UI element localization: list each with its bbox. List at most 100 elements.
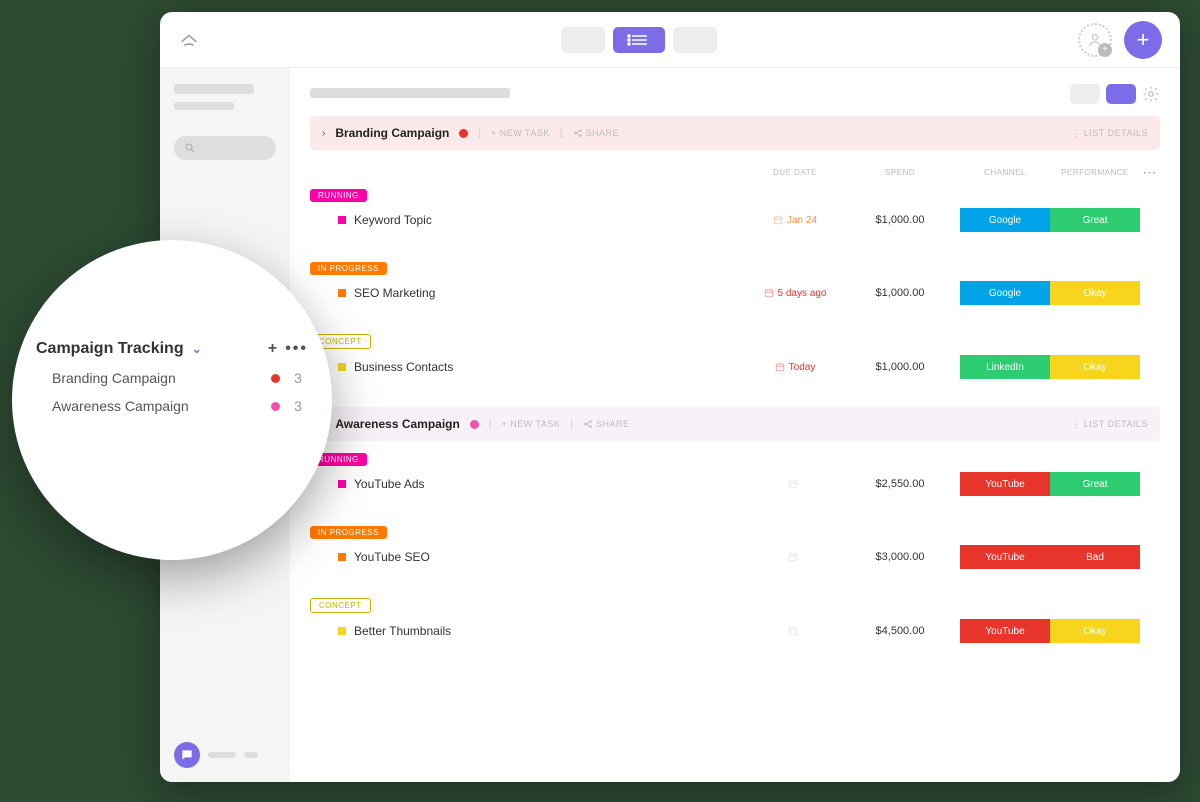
spend-cell[interactable]: $1,000.00 xyxy=(840,361,960,373)
list-details-link[interactable]: ⋮ LIST DETAILS xyxy=(1071,419,1148,430)
create-button[interactable]: + xyxy=(1124,21,1162,59)
task-row[interactable]: YouTube Ads $2,550.00 YouTube Great xyxy=(310,466,1160,510)
task-row[interactable]: SEO Marketing 5 days ago $1,000.00 Googl… xyxy=(310,275,1160,319)
spend-cell[interactable]: $1,000.00 xyxy=(840,214,960,226)
chat-button[interactable] xyxy=(174,742,200,768)
view-pill-b[interactable] xyxy=(1106,84,1136,104)
spend-cell[interactable]: $2,550.00 xyxy=(840,478,960,490)
campaign-title: Branding Campaign xyxy=(335,126,449,140)
channel-chip[interactable]: YouTube xyxy=(960,619,1050,643)
task-row[interactable]: Keyword Topic Jan 24 $1,000.00 Google Gr… xyxy=(310,202,1160,246)
list-details-link[interactable]: ⋮ LIST DETAILS xyxy=(1071,128,1148,139)
search-input[interactable] xyxy=(174,136,276,160)
channel-chip[interactable]: YouTube xyxy=(960,545,1050,569)
more-columns-icon[interactable]: ⋯ xyxy=(1140,164,1160,181)
task-status-square[interactable] xyxy=(338,480,346,488)
view-toggle xyxy=(1070,84,1160,104)
campaign-title: Awareness Campaign xyxy=(335,417,460,431)
app-logo-icon[interactable] xyxy=(178,29,200,51)
due-date-cell[interactable] xyxy=(750,479,840,489)
sidebar-list-item[interactable]: Branding Campaign 3 xyxy=(36,358,308,386)
due-date-cell[interactable]: Today xyxy=(750,362,840,373)
view-switcher xyxy=(200,27,1078,53)
new-task-button[interactable]: + NEW TASK xyxy=(501,419,560,429)
task-name: Better Thumbnails xyxy=(354,624,451,638)
topbar-right: + + xyxy=(1078,21,1162,59)
channel-chip[interactable]: YouTube xyxy=(960,472,1050,496)
bottom-skel xyxy=(208,752,236,758)
task-status-square[interactable] xyxy=(338,289,346,297)
col-channel: CHANNEL xyxy=(960,168,1050,177)
status-chip[interactable]: IN PROGRESS xyxy=(310,262,387,275)
add-member-button[interactable]: + xyxy=(1078,23,1112,57)
view-pill-a[interactable] xyxy=(1070,84,1100,104)
space-title: Campaign Tracking xyxy=(36,340,184,358)
task-name: SEO Marketing xyxy=(354,286,435,300)
campaign-color-dot xyxy=(470,420,479,429)
col-performance: PERFORMANCE xyxy=(1050,168,1140,177)
status-chip[interactable]: CONCEPT xyxy=(310,598,371,613)
view-option-list[interactable] xyxy=(613,27,665,53)
due-date-cell[interactable]: Jan 24 xyxy=(750,215,840,226)
view-option-a[interactable] xyxy=(561,27,605,53)
plus-badge-icon: + xyxy=(1098,43,1112,57)
chevron-right-icon: › xyxy=(322,128,325,139)
performance-chip[interactable]: Okay xyxy=(1050,281,1140,305)
new-task-button[interactable]: + NEW TASK xyxy=(491,128,550,138)
status-chip[interactable]: IN PROGRESS xyxy=(310,526,387,539)
due-date-cell[interactable]: 5 days ago xyxy=(750,288,840,299)
breadcrumb xyxy=(310,87,510,101)
sidebar-zoom-overlay: Campaign Tracking ⌄ + ••• Branding Campa… xyxy=(12,240,332,560)
channel-chip[interactable]: Google xyxy=(960,208,1050,232)
chevron-down-icon: ⌄ xyxy=(192,342,202,356)
due-date-cell[interactable] xyxy=(750,626,840,636)
col-spend: SPEND xyxy=(840,168,960,177)
campaign-color-dot xyxy=(459,129,468,138)
campaign-header[interactable]: › Branding Campaign | + NEW TASK | SHARE… xyxy=(310,116,1160,150)
gear-icon[interactable] xyxy=(1142,85,1160,103)
task-name: Business Contacts xyxy=(354,360,453,374)
performance-chip[interactable]: Okay xyxy=(1050,619,1140,643)
sidebar-bottom xyxy=(174,742,258,768)
add-list-button[interactable]: + xyxy=(268,340,277,358)
spend-cell[interactable]: $1,000.00 xyxy=(840,287,960,299)
list-count: 3 xyxy=(290,398,306,414)
more-icon[interactable]: ••• xyxy=(285,340,308,358)
main-header xyxy=(310,84,1160,104)
spend-cell[interactable]: $3,000.00 xyxy=(840,551,960,563)
status-chip[interactable]: RUNNING xyxy=(310,189,367,202)
bottom-skel xyxy=(244,752,258,758)
performance-chip[interactable]: Great xyxy=(1050,208,1140,232)
campaign-header[interactable]: › Awareness Campaign | + NEW TASK | SHAR… xyxy=(310,407,1160,441)
topbar: + + xyxy=(160,12,1180,68)
col-due-date: DUE DATE xyxy=(750,168,840,177)
list-color-dot xyxy=(271,374,280,383)
task-row[interactable]: Better Thumbnails $4,500.00 YouTube Okay xyxy=(310,613,1160,657)
performance-chip[interactable]: Bad xyxy=(1050,545,1140,569)
channel-chip[interactable]: Google xyxy=(960,281,1050,305)
performance-chip[interactable]: Okay xyxy=(1050,355,1140,379)
share-icon[interactable]: SHARE xyxy=(573,128,620,138)
task-row[interactable]: YouTube SEO $3,000.00 YouTube Bad xyxy=(310,539,1160,583)
list-count: 3 xyxy=(290,370,306,386)
space-header[interactable]: Campaign Tracking ⌄ + ••• xyxy=(36,340,308,358)
spend-cell[interactable]: $4,500.00 xyxy=(840,625,960,637)
sidebar-skel xyxy=(174,84,254,94)
task-status-square[interactable] xyxy=(338,627,346,635)
task-status-square[interactable] xyxy=(338,216,346,224)
task-row[interactable]: Business Contacts Today $1,000.00 Linked… xyxy=(310,349,1160,393)
list-name: Branding Campaign xyxy=(52,370,176,386)
sidebar-list-item[interactable]: Awareness Campaign3 xyxy=(36,386,308,414)
task-status-square[interactable] xyxy=(338,363,346,371)
task-status-square[interactable] xyxy=(338,553,346,561)
task-name: Keyword Topic xyxy=(354,213,432,227)
view-option-c[interactable] xyxy=(673,27,717,53)
task-name: YouTube SEO xyxy=(354,550,430,564)
due-date-cell[interactable] xyxy=(750,552,840,562)
list-color-dot xyxy=(271,402,280,411)
main-content: › Branding Campaign | + NEW TASK | SHARE… xyxy=(290,68,1180,782)
performance-chip[interactable]: Great xyxy=(1050,472,1140,496)
channel-chip[interactable]: LinkedIn xyxy=(960,355,1050,379)
sidebar-skel xyxy=(174,102,234,110)
share-icon[interactable]: SHARE xyxy=(583,419,630,429)
